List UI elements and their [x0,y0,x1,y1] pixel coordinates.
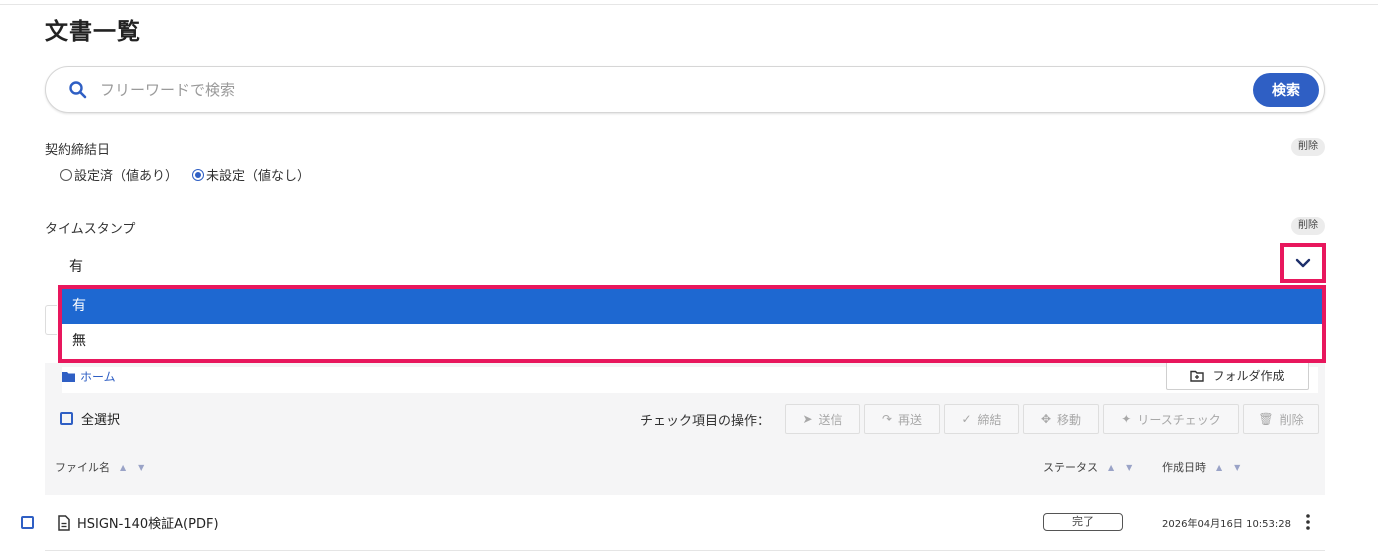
radio-option-unset[interactable]: 未設定（値なし） [192,165,310,184]
timestamp-select-toggle[interactable] [1280,243,1326,283]
contract-date-delete-button[interactable]: 削除 [1291,138,1325,156]
chevron-down-icon [1295,258,1311,268]
search-button[interactable]: 検索 [1253,73,1319,107]
row-checkbox[interactable] [21,514,34,533]
dropdown-option-no[interactable]: 無 [62,324,1322,359]
search-bar: 検索 [45,66,1325,113]
radio-option-set[interactable]: 設定済（値あり） [60,165,178,184]
radio-option-label: 設定済（値あり） [74,169,179,184]
bulk-ops-label: チェック項目の操作： [640,414,771,429]
move-button[interactable]: ✥ 移動 [1023,404,1099,434]
sort-icon[interactable]: ▲▼ [1108,463,1144,472]
select-all-checkbox[interactable]: 全選択 [60,409,120,428]
breadcrumb-home-label: ホーム [80,370,116,384]
dropdown-option-yes[interactable]: 有 [62,289,1322,324]
folder-add-icon [1190,370,1205,382]
status-badge: 完了 [1043,513,1123,531]
checkbox-icon [21,516,34,529]
sparkle-icon: ✦ [1121,412,1132,426]
conclude-button[interactable]: ✓ 締結 [944,404,1019,434]
breadcrumb [62,367,1318,393]
timestamp-dropdown: 有 無 [58,285,1326,363]
trash-icon: 🗑 [1258,412,1274,426]
timestamp-select-value[interactable]: 有 [69,256,83,276]
document-icon [58,514,70,531]
top-divider [0,4,1378,5]
check-icon: ✓ [961,412,972,426]
radio-option-label: 未設定（値なし） [206,169,311,184]
column-created[interactable]: 作成日時 ▲▼ [1162,459,1252,475]
sort-icon[interactable]: ▲▼ [120,463,156,472]
radio-circle-checked-icon [192,168,205,181]
timestamp-delete-button[interactable]: 削除 [1291,217,1325,235]
timestamp-label: タイムスタンプ [45,222,136,237]
folder-icon [62,372,75,382]
send-button[interactable]: ➤ 送信 [785,404,860,434]
row-filename[interactable]: HSIGN-140検証A(PDF) [57,513,219,532]
search-input[interactable] [100,77,1200,103]
more-vertical-icon[interactable] [1304,513,1312,531]
table-row[interactable] [45,495,1325,551]
delete-button[interactable]: 🗑 削除 [1243,404,1319,434]
select-all-label: 全選択 [81,413,121,428]
column-status[interactable]: ステータス ▲▼ [1043,459,1144,475]
resend-button[interactable]: ↷ 再送 [864,404,940,434]
created-datetime: 2026年04月16日 10:53:28 [1162,519,1291,530]
column-filename[interactable]: ファイル名 ▲▼ [55,459,156,475]
search-icon [69,81,87,99]
radio-circle-icon [60,168,72,181]
hidden-control [45,305,57,335]
lease-check-button[interactable]: ✦ リースチェック [1103,404,1239,434]
send-icon: ➤ [802,412,813,426]
folder-create-button[interactable]: フォルダ作成 [1166,361,1309,390]
sort-icon[interactable]: ▲▼ [1216,463,1252,472]
folder-create-label: フォルダ作成 [1212,369,1285,383]
contract-date-radio-group: 設定済（値あり） 未設定（値なし） [60,165,310,184]
page-title: 文書一覧 [45,19,141,45]
checkbox-icon [60,412,73,425]
resend-icon: ↷ [881,412,893,426]
breadcrumb-home-link[interactable]: ホーム [62,368,116,385]
contract-date-label: 契約締結日 [45,143,111,158]
move-icon: ✥ [1040,412,1052,426]
